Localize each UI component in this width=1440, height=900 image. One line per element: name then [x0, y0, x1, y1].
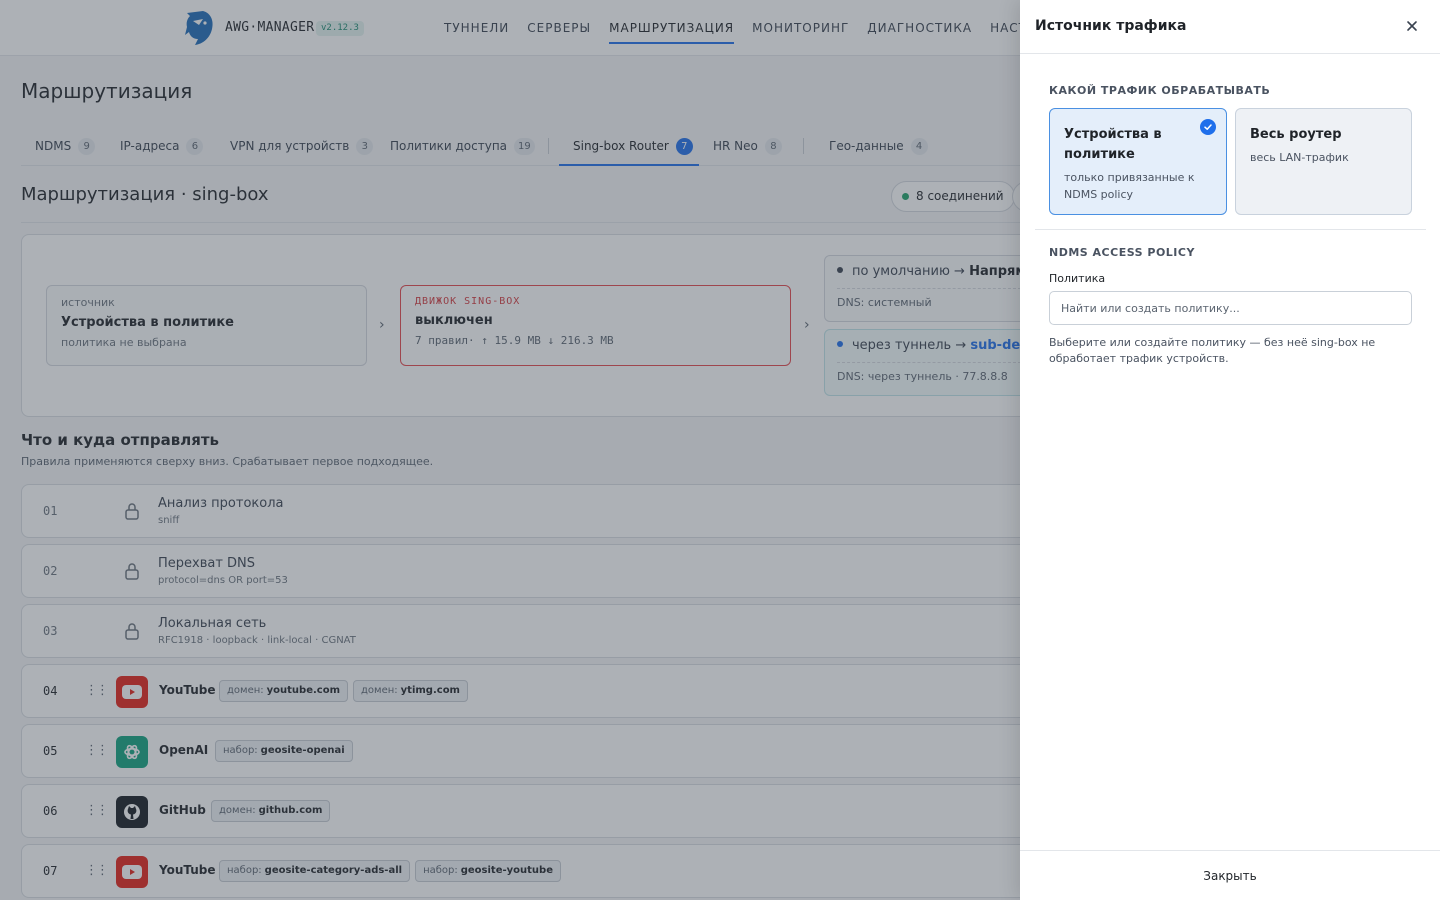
- traffic-mode-label: КАКОЙ ТРАФИК ОБРАБАТЫВАТЬ: [1049, 84, 1271, 97]
- policy-field-label: Политика: [1049, 272, 1106, 285]
- option-subtitle: весь LAN-трафик: [1250, 151, 1349, 164]
- modal-backdrop[interactable]: [0, 0, 1020, 900]
- policy-search-input[interactable]: [1049, 291, 1412, 325]
- traffic-source-drawer: Источник трафика КАКОЙ ТРАФИК ОБРАБАТЫВА…: [1020, 0, 1440, 900]
- option-title: Весь роутер: [1250, 127, 1342, 142]
- drawer-header: Источник трафика: [1020, 0, 1440, 54]
- check-icon: [1200, 119, 1216, 135]
- option-whole-router[interactable]: Весь роутер весь LAN-трафик: [1235, 108, 1412, 215]
- close-button[interactable]: Закрыть: [1020, 851, 1440, 900]
- policy-hint: Выберите или создайте политику — без неё…: [1049, 336, 1376, 365]
- option-title: Устройства в политике: [1064, 127, 1162, 162]
- drawer-title: Источник трафика: [1035, 18, 1187, 34]
- close-icon[interactable]: [1402, 16, 1422, 36]
- policy-section-label: NDMS ACCESS POLICY: [1049, 246, 1195, 259]
- divider: [1035, 229, 1426, 230]
- option-subtitle: только привязанные к NDMS policy: [1064, 171, 1195, 201]
- drawer-footer: Закрыть: [1020, 850, 1440, 900]
- option-policy-devices[interactable]: Устройства в политике только привязанные…: [1049, 108, 1227, 215]
